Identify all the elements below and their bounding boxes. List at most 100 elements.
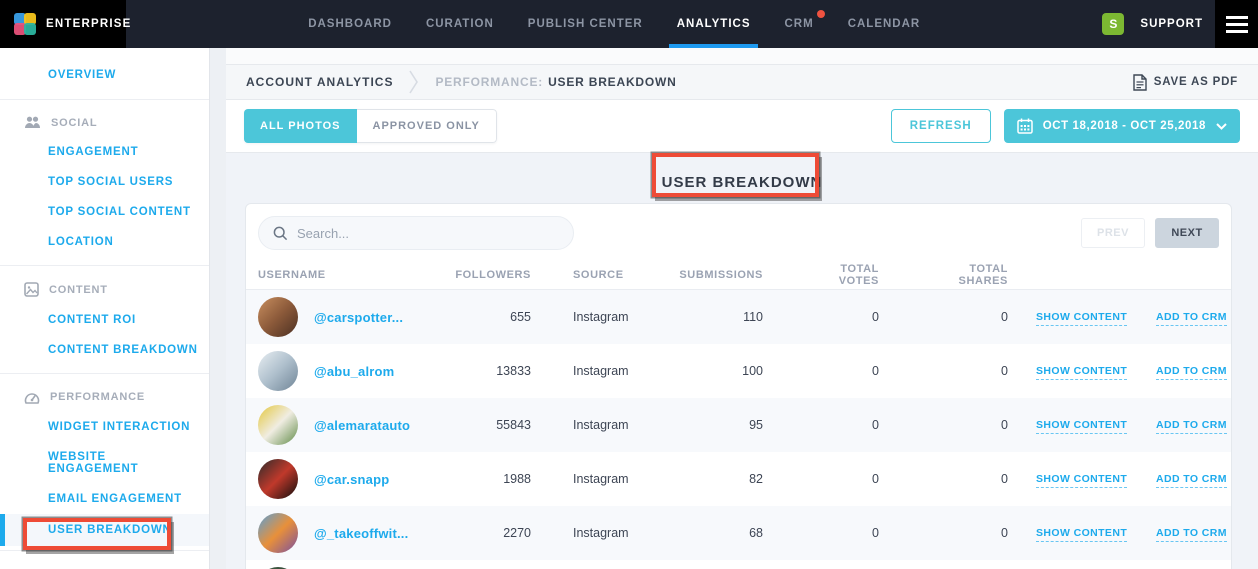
sidebar-item-widget-interaction[interactable]: WIDGET INTERACTION (0, 412, 209, 442)
chevron-down-icon (1216, 123, 1227, 130)
username-link[interactable]: @_takeoffwit... (314, 526, 408, 541)
sidebar-section-content: CONTENT (0, 266, 209, 305)
app-root: ENTERPRISE DASHBOARD CURATION PUBLISH CE… (0, 0, 1258, 569)
nav-item-calendar[interactable]: CALENDAR (846, 0, 923, 48)
nav-item-crm[interactable]: CRM (782, 0, 815, 48)
column-header-username: USERNAME (258, 269, 446, 281)
add-to-crm-link[interactable]: ADD TO CRM (1156, 473, 1227, 488)
show-content-link[interactable]: SHOW CONTENT (1036, 311, 1127, 326)
crm-notification-dot (817, 10, 825, 18)
brand-name: ENTERPRISE (46, 18, 132, 30)
sidebar-item-top-social-content[interactable]: TOP SOCIAL CONTENT (0, 197, 209, 227)
top-nav: ENTERPRISE DASHBOARD CURATION PUBLISH CE… (0, 0, 1258, 48)
submissions-value: 95 (671, 418, 801, 432)
table-row: @_takeoffwit... 2270 Instagram 68 0 0 SH… (246, 506, 1231, 560)
submissions-value: 110 (671, 310, 801, 324)
table-row: @alemaratauto 55843 Instagram 95 0 0 SHO… (246, 398, 1231, 452)
followers-value: 1988 (446, 472, 531, 486)
date-range-label: OCT 18,2018 - OCT 25,2018 (1043, 120, 1206, 132)
column-header-followers: FOLLOWERS (446, 269, 531, 281)
show-content-link[interactable]: SHOW CONTENT (1036, 419, 1127, 434)
sidebar-item-website-engagement[interactable]: WEBSITE ENGAGEMENT (0, 442, 209, 484)
add-to-crm-link[interactable]: ADD TO CRM (1156, 365, 1227, 380)
search-input[interactable] (297, 226, 559, 241)
main-content: ACCOUNT ANALYTICS PERFORMANCE: USER BREA… (226, 48, 1258, 569)
nav-item-label: PUBLISH CENTER (528, 18, 643, 30)
table-toolbar: PREV NEXT (246, 204, 1231, 260)
show-content-link[interactable]: SHOW CONTENT (1036, 473, 1127, 488)
username-link[interactable]: @alemaratauto (314, 418, 410, 433)
show-content-link[interactable]: SHOW CONTENT (1036, 527, 1127, 542)
prev-button[interactable]: PREV (1081, 218, 1145, 248)
avatar (258, 297, 298, 337)
sidebar-item-content-roi[interactable]: CONTENT ROI (0, 305, 209, 335)
followers-value: 55843 (446, 418, 531, 432)
content-area: USER BREAKDOWN PREV NEXT (226, 153, 1258, 569)
table-row-partial (246, 560, 1231, 569)
sidebar-item-location[interactable]: LOCATION (0, 227, 209, 257)
sidebar-section-performance: PERFORMANCE (0, 374, 209, 412)
account-badge[interactable]: S (1102, 13, 1124, 35)
sidebar-item-user-breakdown[interactable]: USER BREAKDOWN (0, 514, 209, 546)
hamburger-menu-icon[interactable] (1215, 0, 1258, 48)
sidebar-item-engagement[interactable]: ENGAGEMENT (0, 137, 209, 167)
sidebar-section-label: SOCIAL (51, 117, 97, 129)
total-shares-value: 0 (921, 526, 1036, 540)
search-box[interactable] (258, 216, 574, 250)
sidebar-item-overview[interactable]: OVERVIEW (0, 48, 209, 99)
next-button[interactable]: NEXT (1155, 218, 1219, 248)
show-content-link[interactable]: SHOW CONTENT (1036, 365, 1127, 380)
table-row: @carspotter... 655 Instagram 110 0 0 SHO… (246, 290, 1231, 344)
performance-icon (24, 390, 40, 404)
total-shares-value: 0 (921, 472, 1036, 486)
nav-item-analytics[interactable]: ANALYTICS (675, 0, 753, 48)
breadcrumb-section: PERFORMANCE: (435, 75, 543, 89)
add-to-crm-link[interactable]: ADD TO CRM (1156, 527, 1227, 542)
sidebar-section-label: CONTENT (49, 284, 108, 296)
column-header-total-votes: TOTAL VOTES (801, 263, 921, 287)
total-votes-value: 0 (801, 472, 921, 486)
add-to-crm-link[interactable]: ADD TO CRM (1156, 311, 1227, 326)
refresh-button[interactable]: REFRESH (891, 109, 991, 143)
username-link[interactable]: @car.snapp (314, 472, 389, 487)
source-value: Instagram (531, 526, 671, 540)
avatar (258, 513, 298, 553)
nav-item-dashboard[interactable]: DASHBOARD (306, 0, 394, 48)
top-strip (226, 48, 1258, 64)
table-row: @car.snapp 1988 Instagram 82 0 0 SHOW CO… (246, 452, 1231, 506)
support-link[interactable]: SUPPORT (1140, 18, 1203, 30)
nav-item-curation[interactable]: CURATION (424, 0, 496, 48)
breadcrumb-chevron-icon (409, 69, 419, 95)
people-icon (24, 116, 41, 129)
nav-item-publish-center[interactable]: PUBLISH CENTER (526, 0, 645, 48)
brand[interactable]: ENTERPRISE (0, 0, 126, 48)
username-link[interactable]: @carspotter... (314, 310, 403, 325)
nav-item-label: CALENDAR (848, 18, 921, 30)
username-link[interactable]: @abu_alrom (314, 364, 394, 379)
total-shares-value: 0 (921, 364, 1036, 378)
page-title: USER BREAKDOWN (662, 174, 823, 191)
submissions-value: 82 (671, 472, 801, 486)
breadcrumb-page: USER BREAKDOWN (548, 75, 677, 89)
source-value: Instagram (531, 472, 671, 486)
pagination: PREV NEXT (1081, 218, 1219, 248)
sidebar-item-top-social-users[interactable]: TOP SOCIAL USERS (0, 167, 209, 197)
avatar (258, 459, 298, 499)
total-shares-value: 0 (921, 418, 1036, 432)
date-range-picker[interactable]: OCT 18,2018 - OCT 25,2018 (1004, 109, 1240, 143)
total-votes-value: 0 (801, 526, 921, 540)
enterprise-logo-icon (14, 13, 36, 35)
sidebar-item-email-engagement[interactable]: EMAIL ENGAGEMENT (0, 484, 209, 514)
followers-value: 13833 (446, 364, 531, 378)
nav-item-label: ANALYTICS (677, 18, 751, 30)
sidebar-item-content-breakdown[interactable]: CONTENT BREAKDOWN (0, 335, 209, 365)
save-as-pdf-button[interactable]: SAVE AS PDF (1133, 74, 1238, 91)
tab-all-photos[interactable]: ALL PHOTOS (244, 109, 357, 143)
tab-approved-only[interactable]: APPROVED ONLY (357, 109, 497, 143)
column-header-submissions: SUBMISSIONS (671, 269, 801, 281)
add-to-crm-link[interactable]: ADD TO CRM (1156, 419, 1227, 434)
breadcrumb: ACCOUNT ANALYTICS PERFORMANCE: USER BREA… (226, 64, 1258, 100)
breadcrumb-root[interactable]: ACCOUNT ANALYTICS (246, 75, 393, 89)
nav-item-label: CRM (784, 18, 813, 30)
sidebar-divider (0, 550, 209, 551)
